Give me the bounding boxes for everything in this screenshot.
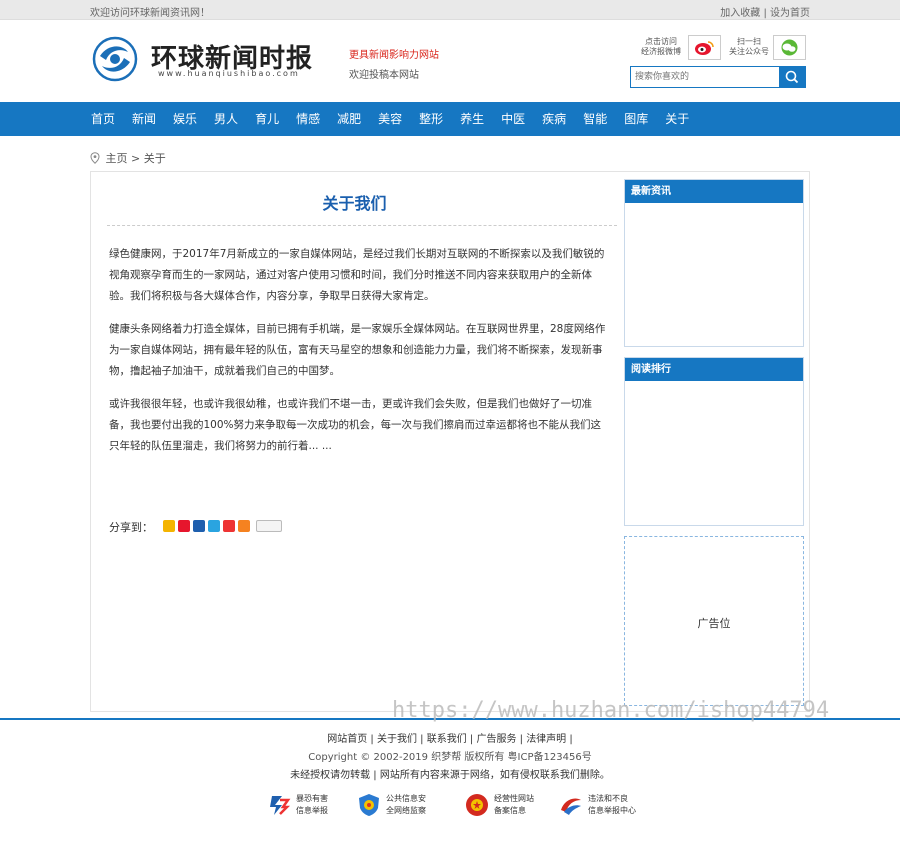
article-title: 关于我们 bbox=[322, 194, 387, 213]
nav-item-smart[interactable]: 智能 bbox=[574, 102, 615, 136]
content-area: 关于我们 绿色健康网，于2017年7月新成立的一家自媒体网站，是经过我们长期对互… bbox=[90, 171, 810, 712]
logo-icon[interactable] bbox=[92, 36, 138, 82]
badge-line: 备案信息 bbox=[494, 806, 526, 815]
wechat-button[interactable] bbox=[773, 35, 806, 60]
article-paragraph: 健康头条网络着力打造全媒体，目前已拥有手机端，是一家娱乐全媒体网站。在互联网世界… bbox=[109, 323, 606, 377]
badge-line: 公共信息安 bbox=[386, 794, 426, 803]
badge-line: 信息举报中心 bbox=[588, 806, 636, 815]
nav-item-disease[interactable]: 疾病 bbox=[533, 102, 574, 136]
latest-news-title: 最新资讯 bbox=[625, 180, 803, 203]
shield-arrow-icon bbox=[270, 796, 291, 815]
search-button[interactable] bbox=[779, 67, 805, 87]
ad-slot[interactable]: 广告位 bbox=[624, 536, 804, 706]
share-buttons bbox=[163, 520, 282, 532]
weibo-caption-line1: 点击访问 bbox=[645, 37, 677, 46]
badge-line: 暴恐有害 bbox=[296, 794, 328, 803]
renren-share-icon[interactable] bbox=[193, 520, 205, 532]
qzone-share-icon[interactable] bbox=[163, 520, 175, 532]
top-links: 加入收藏 | 设为首页 bbox=[720, 4, 810, 19]
share-label: 分享到： bbox=[109, 521, 153, 534]
footer-link-home[interactable]: 网站首页 bbox=[327, 734, 367, 745]
top-links-separator: | bbox=[763, 8, 767, 19]
set-home-link[interactable]: 设为首页 bbox=[770, 8, 810, 19]
report-center-icon bbox=[561, 798, 581, 815]
breadcrumb-home[interactable]: 主页 bbox=[106, 152, 128, 165]
nav-item-tcm[interactable]: 中医 bbox=[492, 102, 533, 136]
breadcrumb-separator: > bbox=[131, 152, 141, 165]
nav-item-wellness[interactable]: 养生 bbox=[451, 102, 492, 136]
footer-copyright: Copyright © 2002-2019 织梦帮 版权所有 粤ICP备1234… bbox=[308, 752, 592, 763]
footer-link-about[interactable]: 关于我们 bbox=[377, 734, 417, 745]
badge-line: 信息举报 bbox=[296, 806, 328, 815]
badge-line: 全网络监察 bbox=[386, 806, 426, 815]
wechat-caption-line2: 关注公众号 bbox=[729, 47, 769, 56]
nav-item-weight-loss[interactable]: 减肥 bbox=[328, 102, 369, 136]
nav-item-parenting[interactable]: 育儿 bbox=[246, 102, 287, 136]
nav-item-gallery[interactable]: 图库 bbox=[615, 102, 656, 136]
logo-url: www.huanqiushibao.com bbox=[158, 69, 300, 78]
slogan: 更具新闻影响力网站 bbox=[349, 50, 439, 61]
police-badge-icon bbox=[359, 794, 379, 816]
more-share-icon[interactable] bbox=[238, 520, 250, 532]
welcome-text: 欢迎访问环球新闻资讯网！ bbox=[90, 8, 210, 19]
wechat-caption: 扫一扫 关注公众号 bbox=[726, 37, 772, 57]
footer-link-contact[interactable]: 联系我们 bbox=[427, 734, 467, 745]
nav-item-men[interactable]: 男人 bbox=[205, 102, 246, 136]
breadcrumb-current[interactable]: 关于 bbox=[144, 152, 166, 165]
ad-label: 广告位 bbox=[697, 617, 731, 630]
article-paragraph: 或许我很很年轻，也或许我很幼稚，也或许我们不堪一击，更或许我们会失败，但是我们也… bbox=[109, 398, 602, 452]
add-favorite-link[interactable]: 加入收藏 bbox=[720, 8, 760, 19]
reading-ranking-box: 阅读排行 bbox=[624, 357, 804, 526]
badge-line: 违法和不良 bbox=[588, 794, 628, 803]
nav-item-about[interactable]: 关于 bbox=[656, 102, 697, 136]
footer-note: 未经授权请勿转载 | 网站所有内容来源于网络，如有侵权联系我们删除。 bbox=[290, 770, 610, 781]
breadcrumb: 主页 > 关于 bbox=[90, 150, 166, 166]
wechat-icon bbox=[781, 39, 798, 56]
article-paragraph: 绿色健康网，于2017年7月新成立的一家自媒体网站，是经过我们长期对互联网的不断… bbox=[109, 248, 605, 302]
emblem-icon bbox=[466, 794, 488, 816]
location-pin-icon bbox=[90, 152, 100, 164]
badge-line: 经营性网站 bbox=[494, 794, 534, 803]
weibo-share-icon[interactable] bbox=[178, 520, 190, 532]
douban-share-icon[interactable] bbox=[223, 520, 235, 532]
wechat-caption-line1: 扫一扫 bbox=[737, 37, 761, 46]
nav-item-beauty[interactable]: 美容 bbox=[369, 102, 410, 136]
footer-link-ads[interactable]: 广告服务 bbox=[476, 734, 516, 745]
footer-link-legal[interactable]: 法律声明 bbox=[526, 734, 566, 745]
watermark: https://www.huzhan.com/ishop44794 bbox=[392, 698, 830, 723]
site-header: 环球新闻时报 www.huanqiushibao.com 更具新闻影响力网站 欢… bbox=[0, 20, 900, 102]
search-box bbox=[630, 66, 806, 88]
weibo-caption-line2: 经济报微博 bbox=[641, 47, 681, 56]
reading-ranking-title: 阅读排行 bbox=[625, 358, 803, 381]
search-input[interactable] bbox=[631, 67, 779, 87]
top-bar: 欢迎访问环球新闻资讯网！ 加入收藏 | 设为首页 bbox=[0, 0, 900, 20]
nav-item-news[interactable]: 新闻 bbox=[123, 102, 164, 136]
search-icon bbox=[785, 70, 799, 84]
nav-item-home[interactable]: 首页 bbox=[82, 102, 123, 136]
contribute-link[interactable]: 欢迎投稿本网站 bbox=[349, 66, 419, 81]
tencent-weibo-share-icon[interactable] bbox=[208, 520, 220, 532]
share-counter bbox=[256, 520, 282, 532]
main-nav: 首页 新闻 娱乐 男人 育儿 情感 减肥 美容 整形 养生 中医 疾病 智能 图… bbox=[0, 102, 900, 136]
nav-item-emotion[interactable]: 情感 bbox=[287, 102, 328, 136]
nav-item-entertainment[interactable]: 娱乐 bbox=[164, 102, 205, 136]
footer-badges: 暴恐有害 信息举报 公共信息安 全网络监察 经营性网站 备案信息 违法和不良 信… bbox=[266, 790, 666, 820]
footer-links: 网站首页 | 关于我们 | 联系我们 | 广告服务 | 法律声明 | bbox=[327, 734, 573, 745]
title-divider bbox=[107, 225, 617, 226]
weibo-icon bbox=[695, 41, 714, 55]
latest-news-box: 最新资讯 bbox=[624, 179, 804, 347]
nav-item-plastic[interactable]: 整形 bbox=[410, 102, 451, 136]
weibo-button[interactable] bbox=[688, 35, 721, 60]
weibo-caption: 点击访问 经济报微博 bbox=[638, 37, 684, 57]
